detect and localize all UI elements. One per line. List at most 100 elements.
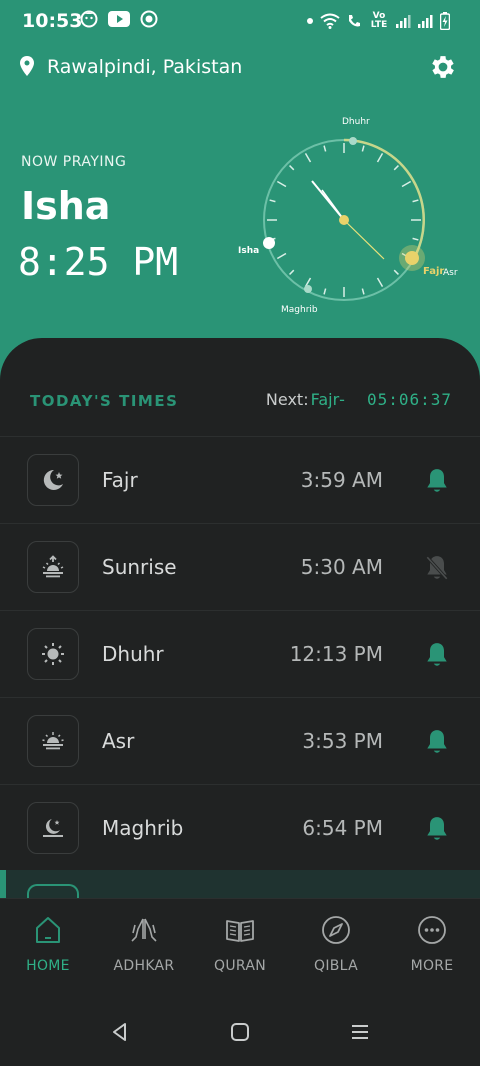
next-countdown: 05:06:37 bbox=[366, 390, 452, 409]
bell-icon[interactable] bbox=[424, 815, 450, 843]
bottom-nav: HOME ADHKAR QURAN QIBLA MORE bbox=[0, 898, 480, 990]
clock-tick bbox=[276, 180, 287, 188]
recents-icon[interactable] bbox=[348, 1020, 372, 1044]
bell-icon[interactable] bbox=[424, 467, 450, 495]
prayer-list: Fajr 3:59 AM Sunrise 5:30 AM Dhuhr 12:13… bbox=[0, 436, 480, 871]
current-prayer-name: Isha bbox=[21, 184, 111, 228]
moon-icon bbox=[43, 819, 63, 837]
home-button-icon[interactable] bbox=[228, 1020, 252, 1044]
prayer-clock: Dhuhr Isha Maghrib Fajr Asr bbox=[238, 117, 458, 315]
clock-tick bbox=[289, 269, 295, 275]
nav-quran[interactable]: QURAN bbox=[192, 899, 288, 990]
prayer-name: Maghrib bbox=[102, 816, 184, 840]
youtube-icon bbox=[108, 11, 130, 27]
signal-2-icon bbox=[418, 15, 433, 28]
clock-tick bbox=[323, 288, 327, 295]
clock-minute-hand bbox=[321, 189, 345, 221]
battery-icon bbox=[440, 12, 450, 30]
nav-label: QURAN bbox=[214, 958, 266, 974]
prayer-row-fajr[interactable]: Fajr 3:59 AM bbox=[0, 436, 480, 523]
clock-label-fajr: Fajr bbox=[423, 266, 444, 277]
back-icon[interactable] bbox=[108, 1020, 132, 1044]
prayer-row-isha-current[interactable] bbox=[0, 870, 480, 900]
clock-label-asr: Asr bbox=[443, 268, 458, 278]
prayer-row-sunrise[interactable]: Sunrise 5:30 AM bbox=[0, 523, 480, 610]
clock-tick bbox=[276, 252, 287, 260]
clock-tick bbox=[323, 145, 327, 152]
prayer-name: Fajr bbox=[102, 468, 138, 492]
prayer-time: 12:13 PM bbox=[289, 642, 383, 666]
nav-qibla[interactable]: QIBLA bbox=[288, 899, 384, 990]
wifi-call-icon bbox=[349, 15, 360, 27]
prayer-row-dhuhr[interactable]: Dhuhr 12:13 PM bbox=[0, 610, 480, 697]
todays-times-label: TODAY'S TIMES bbox=[30, 392, 179, 410]
clock-tick bbox=[412, 237, 419, 241]
nav-label: MORE bbox=[410, 958, 454, 974]
clock-tick bbox=[393, 165, 399, 171]
prayer-row-maghrib[interactable]: Maghrib 6:54 PM bbox=[0, 784, 480, 871]
nav-label: HOME bbox=[26, 958, 70, 974]
sun-icon bbox=[42, 643, 64, 665]
prayer-time: 3:59 AM bbox=[300, 468, 383, 492]
praying-hands-icon bbox=[131, 918, 157, 942]
location-pin-icon bbox=[20, 56, 34, 76]
status-bar: 10:53 Vo LTE bbox=[0, 0, 480, 44]
location-label[interactable]: Rawalpindi, Pakistan bbox=[47, 56, 242, 78]
sunset-icon bbox=[42, 732, 64, 750]
now-praying-label: NOW PRAYING bbox=[21, 154, 127, 170]
nav-home[interactable]: HOME bbox=[0, 899, 96, 990]
prayer-name: Sunrise bbox=[102, 555, 177, 579]
next-dash: - bbox=[339, 390, 345, 409]
nav-more[interactable]: MORE bbox=[384, 899, 480, 990]
prayer-name: Asr bbox=[102, 729, 135, 753]
clock-tick bbox=[376, 277, 384, 288]
clock-tick bbox=[393, 269, 399, 275]
prayer-name: Dhuhr bbox=[102, 642, 164, 666]
bell-off-icon[interactable] bbox=[424, 554, 450, 582]
clock-second-hand bbox=[343, 219, 385, 260]
next-prayer-name: Fajr bbox=[310, 390, 340, 409]
volte-label: Vo LTE bbox=[370, 11, 388, 30]
nav-label: QIBLA bbox=[314, 958, 358, 974]
more-icon bbox=[418, 916, 446, 944]
gear-icon[interactable] bbox=[428, 52, 458, 82]
nav-label: ADHKAR bbox=[113, 958, 175, 974]
fajr-marker bbox=[405, 251, 419, 265]
maghrib-marker bbox=[304, 285, 312, 293]
clock-center bbox=[339, 215, 349, 225]
system-nav-bar bbox=[0, 990, 480, 1066]
next-prayer: Next: Fajr - 05:06:37 bbox=[266, 390, 452, 409]
status-time: 10:53 bbox=[22, 10, 83, 32]
face-icon bbox=[80, 10, 98, 28]
wifi-icon bbox=[320, 13, 340, 29]
clock-tick bbox=[376, 152, 384, 163]
clock-tick bbox=[361, 288, 365, 295]
signal-icon bbox=[396, 15, 411, 28]
clock-tick bbox=[361, 145, 365, 152]
clock-day-arc bbox=[343, 138, 425, 261]
bell-icon[interactable] bbox=[424, 728, 450, 756]
clock-tick bbox=[401, 180, 412, 188]
sunrise-icon bbox=[42, 555, 64, 578]
prayer-time: 5:30 AM bbox=[300, 555, 383, 579]
nav-adhkar[interactable]: ADHKAR bbox=[96, 899, 192, 990]
home-icon bbox=[36, 917, 60, 943]
clock-tick bbox=[304, 152, 312, 163]
prayer-row-asr[interactable]: Asr 3:53 PM bbox=[0, 697, 480, 784]
bell-icon[interactable] bbox=[424, 641, 450, 669]
dot-icon bbox=[307, 18, 313, 24]
book-icon bbox=[226, 920, 254, 942]
current-prayer-time: 8:25 PM bbox=[18, 240, 179, 284]
clock-tick bbox=[269, 199, 276, 203]
compass-icon bbox=[322, 916, 350, 944]
prayer-time: 6:54 PM bbox=[302, 816, 383, 840]
header: Rawalpindi, Pakistan bbox=[0, 48, 480, 88]
clock-tick bbox=[412, 199, 419, 203]
dhuhr-marker bbox=[349, 137, 357, 145]
clock-label-dhuhr: Dhuhr bbox=[342, 117, 370, 127]
prayer-time: 3:53 PM bbox=[302, 729, 383, 753]
isha-marker bbox=[263, 237, 275, 249]
clock-tick bbox=[289, 165, 295, 171]
next-prefix: Next: bbox=[265, 390, 309, 409]
current-indicator bbox=[0, 870, 6, 900]
